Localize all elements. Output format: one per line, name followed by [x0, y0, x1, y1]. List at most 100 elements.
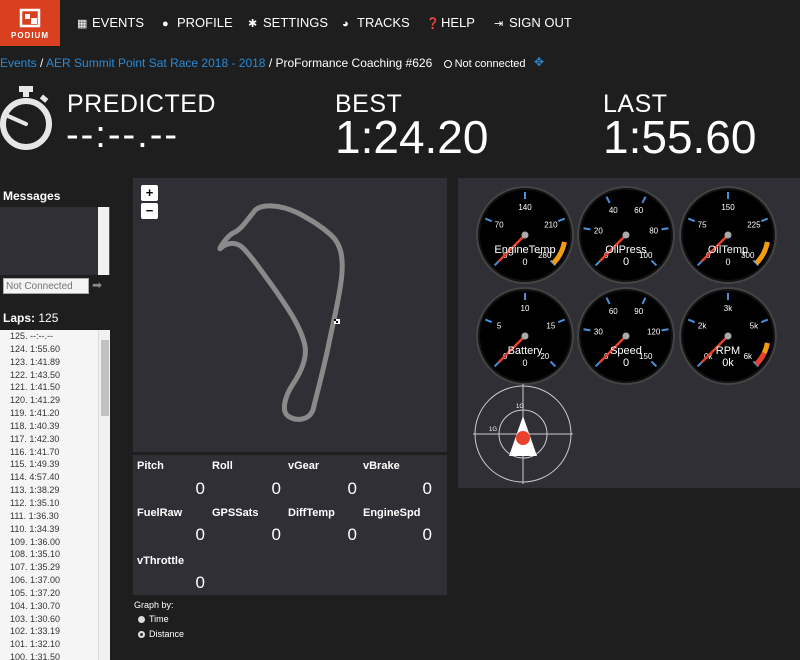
breadcrumb-separator: /	[265, 56, 276, 70]
radio-distance-icon	[138, 631, 145, 638]
lap-row[interactable]: 108. 1:35.10	[0, 548, 98, 561]
lap-row[interactable]: 120. 1:41.29	[0, 394, 98, 407]
nav-tracks-label: TRACKS	[357, 15, 410, 30]
lap-row[interactable]: 116. 1:41.70	[0, 446, 98, 459]
lap-row[interactable]: 100. 1:31.50	[0, 651, 98, 660]
nav-events-label: EVENTS	[92, 15, 145, 30]
gauge-speed: 0306090120150Speed0	[577, 287, 675, 385]
lap-row[interactable]: 119. 1:41.20	[0, 407, 98, 420]
gauge-name: Battery	[508, 345, 543, 357]
user-icon: ●	[162, 18, 169, 30]
lap-row[interactable]: 122. 1:43.50	[0, 369, 98, 382]
telemetry-label-vbrake: vBrake	[363, 460, 400, 472]
laps-scrollbar-thumb[interactable]	[101, 340, 109, 416]
lap-row[interactable]: 106. 1:37.00	[0, 574, 98, 587]
sign-out-icon: ⇥	[494, 18, 504, 30]
gauge-tick-label: 60	[634, 206, 643, 215]
breadcrumb-events-link[interactable]: Events	[0, 56, 37, 70]
gauge-name: OilPress	[605, 244, 647, 256]
fullscreen-icon[interactable]: ✥	[534, 55, 544, 69]
gauge-tick-label: 2k	[698, 321, 707, 330]
gauge-tick-label: 3k	[724, 304, 733, 313]
graph-by-time-label: Time	[149, 614, 169, 624]
send-icon[interactable]: ➡	[92, 278, 107, 294]
gauge-tick-label: 210	[544, 220, 558, 229]
nav-sign-out[interactable]: ⇥ SIGN OUT	[494, 15, 572, 30]
podium-logo[interactable]: PODIUM	[0, 0, 60, 46]
breadcrumb-session: ProFormance Coaching #626	[275, 56, 433, 70]
laps-list[interactable]: 125. --:--.-- 124. 1:55.60 123. 1:41.89 122…	[0, 330, 98, 660]
laps-scrollbar[interactable]	[98, 330, 110, 660]
gauge-name: RPM	[716, 345, 740, 357]
gauge-name: Speed	[610, 345, 642, 357]
zoom-out-button[interactable]: −	[141, 203, 158, 219]
lap-row[interactable]: 121. 1:41.50	[0, 381, 98, 394]
gauge-value: 0	[725, 257, 730, 267]
laps-title: Laps:	[3, 311, 36, 325]
messages-log[interactable]	[0, 207, 110, 275]
zoom-in-button[interactable]: +	[141, 185, 158, 201]
telemetry-value-vbrake: 0	[422, 479, 432, 498]
lap-row[interactable]: 123. 1:41.89	[0, 356, 98, 369]
gauge-tick-label: 80	[649, 227, 658, 236]
nav-profile-label: PROFILE	[177, 15, 233, 30]
telemetry-value-vgear: 0	[347, 479, 357, 498]
lap-row[interactable]: 111. 1:36.30	[0, 510, 98, 523]
lap-row[interactable]: 113. 1:38.29	[0, 484, 98, 497]
calendar-icon: ▦	[77, 18, 88, 30]
gauge-tick-label: 150	[721, 203, 735, 212]
message-input[interactable]	[3, 278, 89, 294]
lap-row[interactable]: 102. 1:33.19	[0, 625, 98, 638]
telemetry-label-vthrottle: vThrottle	[137, 555, 185, 567]
nav-settings[interactable]: ✱ SETTINGS	[248, 15, 328, 30]
breadcrumb-race-link[interactable]: AER Summit Point Sat Race 2018 - 2018	[46, 56, 265, 70]
gauge-name: OilTemp	[708, 244, 748, 256]
lap-row[interactable]: 124. 1:55.60	[0, 343, 98, 356]
gauge-tick-label: 90	[634, 307, 643, 316]
lap-row[interactable]: 109. 1:36.00	[0, 536, 98, 549]
telemetry-label-difftemp: DiffTemp	[288, 507, 335, 519]
connection-status: Not connected	[443, 58, 526, 70]
nav-help[interactable]: ❓HELP	[426, 15, 475, 30]
gauge-tick-label: 140	[518, 203, 532, 212]
gforce-indicator: 1G 1G	[473, 384, 573, 484]
telemetry-label-roll: Roll	[212, 460, 233, 472]
lap-row[interactable]: 104. 1:30.70	[0, 600, 98, 613]
lap-row[interactable]: 101. 1:32.10	[0, 638, 98, 651]
nav-profile[interactable]: ● PROFILE	[162, 15, 233, 30]
gauge-tick-label: 10	[521, 304, 530, 313]
telemetry-label-fuelraw: FuelRaw	[137, 507, 183, 519]
lap-row[interactable]: 118. 1:40.39	[0, 420, 98, 433]
graph-by-distance-radio[interactable]: Distance	[138, 629, 184, 639]
lap-row[interactable]: 115. 1:49.39	[0, 458, 98, 471]
gauge-tick-label: 75	[698, 220, 707, 229]
graph-by-time-radio[interactable]: Time	[138, 614, 169, 624]
lap-row[interactable]: 107. 1:35.29	[0, 561, 98, 574]
predicted-value: --:--.--	[66, 114, 180, 156]
lap-row[interactable]: 110. 1:34.39	[0, 523, 98, 536]
telemetry-label-vgear: vGear	[288, 460, 320, 472]
gauge-value: 0	[522, 257, 527, 267]
gauge-rpm: 0k2k3k5k6kRPM0k	[679, 287, 777, 385]
gauge-tick-label: 6k	[744, 352, 753, 361]
nav-tracks[interactable]: ◕ TRACKS	[342, 15, 410, 30]
gauge-tick-label: 5k	[750, 321, 759, 330]
gforce-label-left: 1G	[489, 427, 497, 433]
stopwatch-icon	[0, 86, 52, 150]
lap-row[interactable]: 117. 1:42.30	[0, 433, 98, 446]
lap-row[interactable]: 105. 1:37.20	[0, 587, 98, 600]
gauge-value: 0k	[722, 357, 734, 369]
gauge-tick-label: 30	[594, 328, 603, 337]
track-map[interactable]	[133, 178, 447, 452]
lap-row[interactable]: 125. --:--.--	[0, 330, 98, 343]
lap-row[interactable]: 103. 1:30.60	[0, 613, 98, 626]
gauge-value: 0	[522, 358, 527, 368]
laps-count: 125	[38, 311, 59, 325]
gforce-label-top: 1G	[516, 404, 524, 410]
messages-scrollbar[interactable]	[98, 207, 109, 275]
lap-row[interactable]: 112. 1:35.10	[0, 497, 98, 510]
gauge-enginetemp: 070140210280EngineTemp0	[476, 186, 574, 284]
nav-events[interactable]: ▦ EVENTS	[77, 15, 144, 30]
top-nav: PODIUM ▦ EVENTS ● PROFILE ✱ SETTINGS ◕ TRACK…	[0, 0, 800, 46]
lap-row[interactable]: 114. 4:57.40	[0, 471, 98, 484]
